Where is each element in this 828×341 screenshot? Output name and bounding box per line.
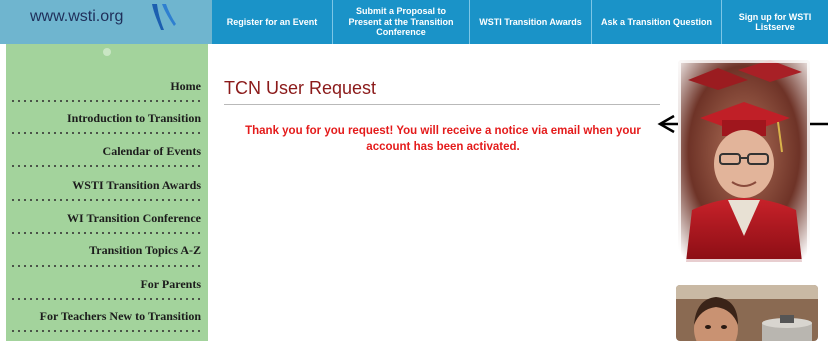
swoosh-icon	[152, 4, 176, 30]
sidebar-item-calendar[interactable]: Calendar of Events	[6, 144, 208, 159]
nav-label: Ask a Transition Question	[600, 16, 713, 27]
site-url[interactable]: www.wsti.org	[30, 8, 123, 26]
menu-divider	[10, 164, 200, 168]
nav-register-event[interactable]: Register for an Event	[212, 0, 332, 44]
sidebar-ornament	[103, 48, 111, 56]
message-line-1: Thank you for you request! You will rece…	[245, 125, 641, 137]
sidebar-item-introduction[interactable]: Introduction to Transition	[6, 111, 208, 126]
nav-label: Submit a Proposal to Present at the Tran…	[348, 6, 454, 38]
graduate-photo	[678, 60, 810, 262]
student-photo	[676, 285, 818, 341]
title-divider	[224, 104, 660, 105]
message-line-2: account has been activated.	[366, 140, 520, 153]
page-title: TCN User Request	[224, 78, 377, 98]
menu-divider	[10, 264, 200, 268]
sidebar-item-teachers[interactable]: For Teachers New to Transition	[6, 309, 208, 324]
top-header: www.wsti.org Register for an Event Submi…	[0, 0, 828, 44]
sidebar-item-conference[interactable]: WI Transition Conference	[6, 211, 208, 226]
sidebar: Home Introduction to Transition Calendar…	[6, 44, 208, 341]
menu-divider	[10, 99, 200, 103]
menu-divider	[10, 297, 200, 301]
sidebar-item-topics[interactable]: Transition Topics A-Z	[6, 243, 208, 258]
menu-divider	[10, 329, 200, 333]
menu-divider	[10, 198, 200, 202]
nav-listserve-signup[interactable]: Sign up for WSTI Listserve	[721, 0, 828, 44]
confirmation-message: Thank you for you request! You will rece…	[222, 124, 664, 155]
nav-transition-awards[interactable]: WSTI Transition Awards	[469, 0, 591, 44]
nav-label: WSTI Transition Awards	[479, 16, 582, 27]
sidebar-item-awards[interactable]: WSTI Transition Awards	[6, 178, 208, 193]
menu-divider	[10, 131, 200, 135]
top-nav: Register for an Event Submit a Proposal …	[212, 0, 828, 44]
nav-label: Sign up for WSTI Listserve	[738, 11, 812, 32]
nav-submit-proposal[interactable]: Submit a Proposal to Present at the Tran…	[332, 0, 469, 44]
menu-divider	[10, 231, 200, 235]
sidebar-item-home[interactable]: Home	[6, 79, 208, 94]
nav-label: Register for an Event	[226, 16, 318, 27]
sidebar-item-parents[interactable]: For Parents	[6, 277, 208, 292]
nav-ask-question[interactable]: Ask a Transition Question	[591, 0, 721, 44]
site-logo[interactable]: www.wsti.org	[0, 0, 212, 44]
